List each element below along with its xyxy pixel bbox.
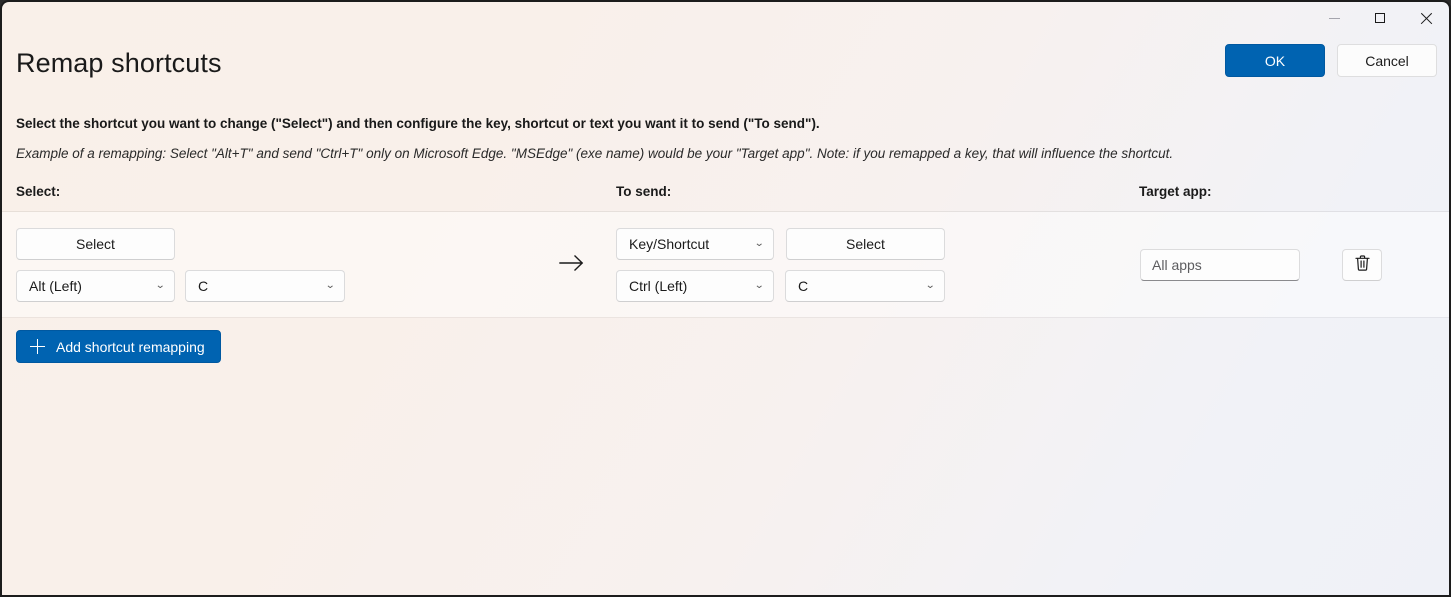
send-select-button[interactable]: Select: [786, 228, 945, 260]
send-modifier-dropdown[interactable]: Ctrl (Left) ⌄: [616, 270, 774, 302]
title-bar: [2, 2, 1449, 34]
minimize-button[interactable]: [1311, 2, 1357, 34]
remap-shortcuts-window: Remap shortcuts OK Cancel Select the sho…: [0, 0, 1451, 597]
send-type-dropdown[interactable]: Key/Shortcut ⌄: [616, 228, 774, 260]
column-header-to-send: To send:: [616, 184, 671, 199]
page-title: Remap shortcuts: [16, 48, 222, 79]
row-divider: [2, 317, 1449, 318]
chevron-down-icon: ⌄: [155, 281, 165, 291]
add-shortcut-remapping-button[interactable]: Add shortcut remapping: [16, 330, 221, 363]
select-modifier-dropdown[interactable]: Alt (Left) ⌄: [16, 270, 175, 302]
column-header-target-app: Target app:: [1139, 184, 1212, 199]
target-app-input[interactable]: [1140, 249, 1300, 281]
description-example: Example of a remapping: Select "Alt+T" a…: [16, 146, 1173, 161]
send-type-value: Key/Shortcut: [629, 236, 709, 252]
header-actions: OK Cancel: [1225, 44, 1437, 77]
select-key-dropdown[interactable]: C ⌄: [185, 270, 345, 302]
maximize-button[interactable]: [1357, 2, 1403, 34]
select-key-value: C: [198, 278, 208, 294]
maximize-icon: [1375, 13, 1385, 23]
description-primary: Select the shortcut you want to change (…: [16, 116, 820, 131]
chevron-down-icon: ⌄: [925, 281, 935, 291]
send-key-dropdown[interactable]: C ⌄: [785, 270, 945, 302]
column-header-select: Select:: [16, 184, 60, 199]
trash-icon: [1354, 254, 1371, 277]
delete-row-button[interactable]: [1342, 249, 1382, 281]
chevron-down-icon: ⌄: [754, 281, 764, 291]
close-button[interactable]: [1403, 2, 1449, 34]
ok-button[interactable]: OK: [1225, 44, 1325, 77]
plus-icon: [30, 339, 45, 354]
add-shortcut-remapping-label: Add shortcut remapping: [56, 339, 205, 355]
cancel-button[interactable]: Cancel: [1337, 44, 1437, 77]
select-shortcut-button[interactable]: Select: [16, 228, 175, 260]
arrow-right-icon: [558, 249, 586, 277]
minimize-icon: [1329, 18, 1340, 19]
select-modifier-value: Alt (Left): [29, 278, 82, 294]
chevron-down-icon: ⌄: [754, 239, 764, 249]
send-modifier-value: Ctrl (Left): [629, 278, 687, 294]
chevron-down-icon: ⌄: [325, 281, 335, 291]
close-icon: [1420, 12, 1433, 25]
send-key-value: C: [798, 278, 808, 294]
